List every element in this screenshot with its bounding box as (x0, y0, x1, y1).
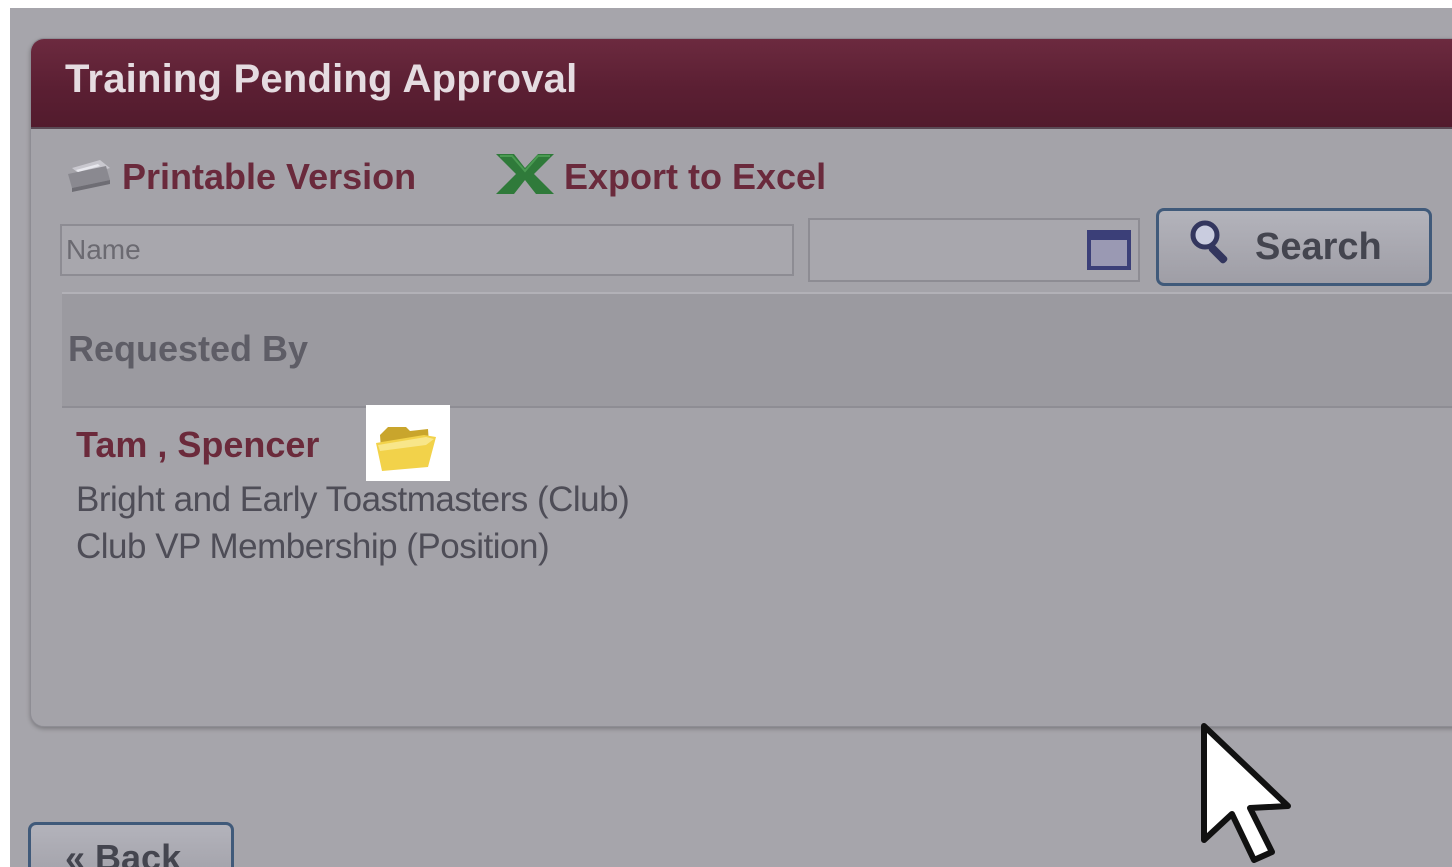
excel-icon (494, 150, 556, 205)
folder-icon[interactable] (366, 405, 450, 481)
export-to-excel-link[interactable]: Export to Excel (494, 153, 826, 201)
mouse-pointer-icon (1198, 722, 1298, 867)
search-icon (1187, 218, 1237, 276)
screen: Training Pending Approval Printable Vers… (0, 0, 1452, 867)
requester-club: Bright and Early Toastmasters (Club) (76, 480, 630, 519)
printable-version-label: Printable Version (122, 156, 417, 197)
search-button[interactable]: Search (1156, 208, 1432, 286)
printable-version-link[interactable]: Printable Version (62, 153, 416, 201)
name-filter-input[interactable] (60, 224, 794, 276)
calendar-icon[interactable] (1087, 230, 1131, 270)
back-button[interactable]: « Back (28, 822, 234, 867)
panel-header: Training Pending Approval (31, 39, 1452, 129)
panel-title: Training Pending Approval (65, 57, 578, 101)
export-to-excel-label: Export to Excel (564, 156, 827, 197)
table-header: Requested By (62, 292, 1452, 408)
column-header-requested-by[interactable]: Requested By (68, 328, 308, 370)
requester-name-link[interactable]: Tam , Spencer (76, 424, 319, 466)
requester-position: Club VP Membership (Position) (76, 527, 550, 566)
printer-icon (62, 150, 114, 205)
search-button-label: Search (1255, 225, 1382, 268)
